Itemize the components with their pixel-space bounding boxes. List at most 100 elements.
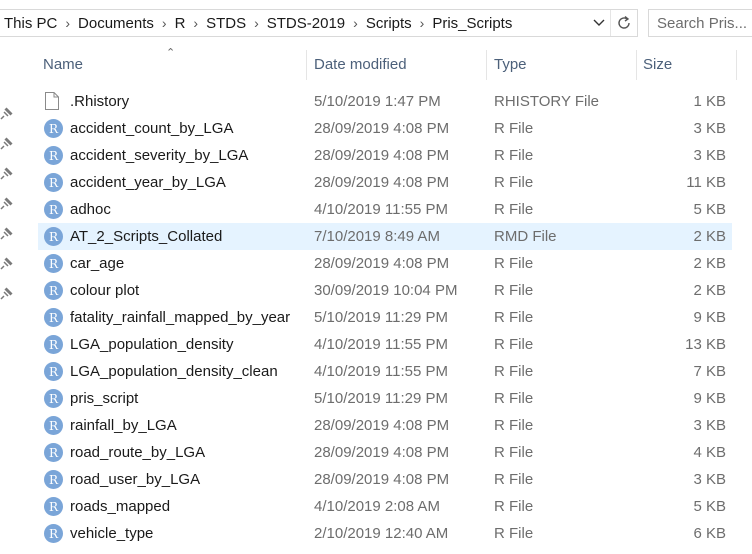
- pin-icon: [0, 287, 13, 300]
- file-size: 7 KB: [693, 363, 726, 380]
- file-type: R File: [494, 417, 534, 434]
- navigation-pane-edge[interactable]: [0, 46, 20, 554]
- r-file-icon: R: [44, 496, 64, 517]
- file-name: adhoc: [70, 201, 111, 218]
- r-file-icon: R: [44, 334, 64, 355]
- column-divider[interactable]: [486, 50, 487, 80]
- file-type: R File: [494, 120, 534, 137]
- file-size: 2 KB: [693, 228, 726, 245]
- r-file-icon: R: [44, 415, 64, 436]
- file-date-modified: 28/09/2019 4:08 PM: [314, 255, 450, 272]
- file-name: AT_2_Scripts_Collated: [70, 228, 223, 245]
- file-date-modified: 28/09/2019 4:08 PM: [314, 471, 450, 488]
- r-file-icon: R: [44, 307, 64, 328]
- r-file-icon: R: [44, 442, 64, 463]
- file-date-modified: 28/09/2019 4:08 PM: [314, 174, 450, 191]
- breadcrumb-stds[interactable]: STDS: [201, 15, 251, 32]
- file-size: 1 KB: [693, 93, 726, 110]
- file-date-modified: 4/10/2019 11:55 PM: [314, 336, 448, 353]
- breadcrumb-pris-scripts[interactable]: Pris_Scripts: [427, 15, 517, 32]
- file-size: 9 KB: [693, 309, 726, 326]
- column-header-name[interactable]: Name: [43, 46, 305, 82]
- column-header-size[interactable]: Size: [643, 46, 733, 82]
- file-type: R File: [494, 498, 534, 515]
- file-type: R File: [494, 444, 534, 461]
- file-row[interactable]: Radhoc 4/10/2019 11:55 PM R File 5 KB: [38, 196, 732, 223]
- r-file-icon: R: [44, 253, 64, 274]
- file-type: R File: [494, 147, 534, 164]
- chevron-right-icon[interactable]: ›: [251, 15, 262, 31]
- file-type: R File: [494, 174, 534, 191]
- file-name: car_age: [70, 255, 125, 272]
- file-size: 2 KB: [693, 282, 726, 299]
- chevron-down-icon[interactable]: [588, 16, 610, 30]
- file-type: R File: [494, 363, 534, 380]
- file-name: accident_year_by_LGA: [70, 174, 226, 191]
- file-row[interactable]: R AT_2_Scripts_Collated 7/10/2019 8:49 AM R…: [38, 223, 732, 250]
- file-row[interactable]: Rroad_route_by_LGA 28/09/2019 4:08 PM R Fi…: [38, 439, 732, 466]
- pin-icon: [0, 137, 13, 150]
- file-date-modified: 30/09/2019 10:04 PM: [314, 282, 458, 299]
- file-row[interactable]: R LGA_population_density 4/10/2019 11:55 P…: [38, 331, 732, 358]
- file-row[interactable]: Raccident_severity_by_LGA 28/09/2019 4:08…: [38, 142, 732, 169]
- file-name: rainfall_by_LGA: [70, 417, 177, 434]
- chevron-right-icon[interactable]: ›: [350, 15, 361, 31]
- file-date-modified: 5/10/2019 1:47 PM: [314, 93, 441, 110]
- file-type: R File: [494, 309, 534, 326]
- column-header-type[interactable]: Type: [494, 46, 634, 82]
- file-type: RHISTORY File: [494, 93, 600, 110]
- r-file-icon: R: [44, 145, 64, 166]
- breadcrumb-documents[interactable]: Documents: [73, 15, 159, 32]
- address-bar-row: This PC › Documents › R › STDS › STDS-20…: [0, 0, 752, 46]
- breadcrumb-scripts[interactable]: Scripts: [361, 15, 417, 32]
- file-size: 3 KB: [693, 471, 726, 488]
- file-row[interactable]: Rcolour plot 30/09/2019 10:04 PM R File 2 K…: [38, 277, 732, 304]
- file-name: LGA_population_density_clean: [70, 363, 278, 380]
- breadcrumb-r[interactable]: R: [170, 15, 191, 32]
- address-bar[interactable]: This PC › Documents › R › STDS › STDS-20…: [0, 9, 638, 37]
- r-file-icon: R: [44, 280, 64, 301]
- file-type: R File: [494, 336, 534, 353]
- file-type: R File: [494, 471, 534, 488]
- file-row[interactable]: Rrainfall_by_LGA 28/09/2019 4:08 PM R File…: [38, 412, 732, 439]
- chevron-right-icon[interactable]: ›: [190, 15, 201, 31]
- breadcrumb-stds-2019[interactable]: STDS-2019: [262, 15, 350, 32]
- chevron-right-icon[interactable]: ›: [62, 15, 73, 31]
- file-row[interactable]: Raccident_count_by_LGA 28/09/2019 4:08 PM…: [38, 115, 732, 142]
- pin-icon: [0, 197, 13, 210]
- chevron-right-icon[interactable]: ›: [159, 15, 170, 31]
- file-size: 3 KB: [693, 147, 726, 164]
- search-input[interactable]: Search Pris...: [648, 9, 752, 37]
- file-date-modified: 28/09/2019 4:08 PM: [314, 417, 450, 434]
- file-type: R File: [494, 255, 534, 272]
- column-size-label: Size: [643, 55, 673, 73]
- column-divider[interactable]: [636, 50, 637, 80]
- column-divider[interactable]: [736, 50, 737, 80]
- file-size: 3 KB: [693, 417, 726, 434]
- file-date-modified: 28/09/2019 4:08 PM: [314, 444, 450, 461]
- column-divider[interactable]: [306, 50, 307, 80]
- column-header-date[interactable]: Date modified: [314, 46, 484, 82]
- file-name: roads_mapped: [70, 498, 171, 515]
- r-file-icon: R: [44, 172, 64, 193]
- file-row[interactable]: .Rhistory 5/10/2019 1:47 PM RHISTORY File 1…: [38, 88, 732, 115]
- pin-icon: [0, 257, 13, 270]
- column-date-label: Date modified: [314, 55, 407, 73]
- refresh-icon[interactable]: [610, 10, 637, 36]
- file-size: 13 KB: [685, 336, 726, 353]
- r-file-icon: R: [44, 388, 64, 409]
- file-row[interactable]: Raccident_year_by_LGA 28/09/2019 4:08 PM R…: [38, 169, 732, 196]
- file-name: LGA_population_density: [70, 336, 234, 353]
- file-row[interactable]: R LGA_population_density_clean 4/10/2019 1…: [38, 358, 732, 385]
- file-type: R File: [494, 390, 534, 407]
- chevron-right-icon[interactable]: ›: [417, 15, 428, 31]
- file-row[interactable]: Rroad_user_by_LGA 28/09/2019 4:08 PM R Fil…: [38, 466, 732, 493]
- file-row[interactable]: Rcar_age 28/09/2019 4:08 PM R File 2 KB: [38, 250, 732, 277]
- file-name: vehicle_type: [70, 525, 154, 542]
- file-row[interactable]: Rpris_script 5/10/2019 11:29 PM R File 9 KB: [38, 385, 732, 412]
- file-row[interactable]: Rvehicle_type 2/10/2019 12:40 AM R File 6 K…: [38, 520, 732, 547]
- file-date-modified: 4/10/2019 2:08 AM: [314, 498, 440, 515]
- file-row[interactable]: Rfatality_rainfall_mapped_by_year 5/10/20…: [38, 304, 732, 331]
- breadcrumb-this-pc[interactable]: This PC: [0, 15, 62, 32]
- file-row[interactable]: Rroads_mapped 4/10/2019 2:08 AM R File 5 KB: [38, 493, 732, 520]
